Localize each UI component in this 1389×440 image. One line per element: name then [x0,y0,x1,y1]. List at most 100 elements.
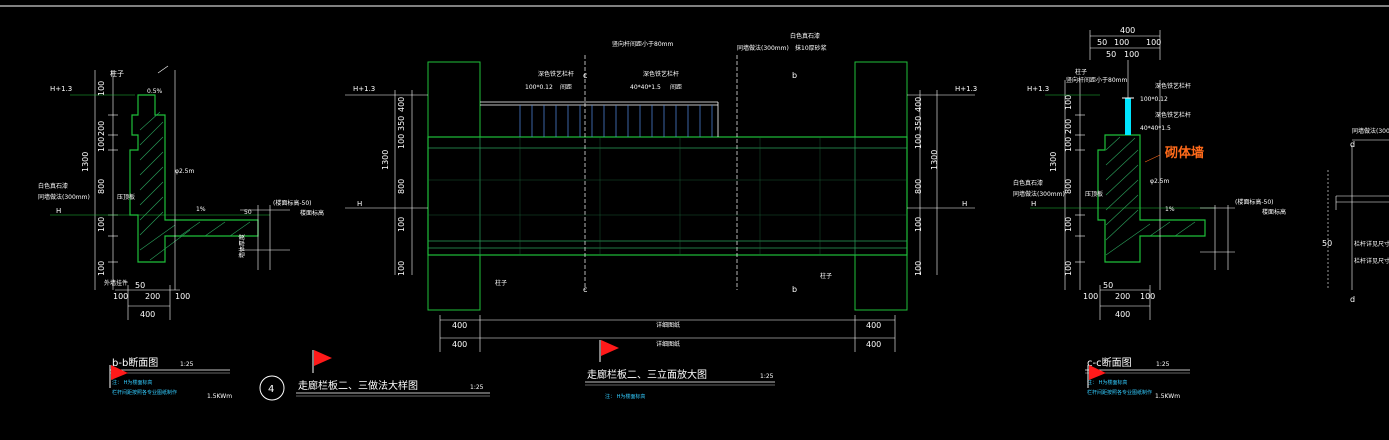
section-c-sheet: 1.5KWm [1155,393,1180,400]
section-c-rail-a-size: 100*0.12 [1140,96,1168,103]
elevation-view: 竖向杆间距小于80mm 白色真石漆 同墙做法(300mm) 抹10厚砂浆 深色铁… [345,32,977,400]
section-b-dim-lines [50,65,290,320]
elevation-columns [427,61,908,311]
elevation-title: 走廊栏板二、三立面放大图 [587,368,707,381]
section-c-finish: 白色真石漆 [1013,179,1043,187]
elevation-texts: 竖向杆间距小于80mm 白色真石漆 同墙做法(300mm) 抹10厚砂浆 深色铁… [353,32,977,349]
section-b-rebar: φ2.5m [175,168,195,175]
section-b-top-label: 柱子 [110,69,124,78]
section-c-dim-v2: 100 [1064,137,1073,152]
elev-rail-b-size: 40*40*1.5 [630,84,661,91]
section-c-top-dim: 400 [1120,26,1135,35]
elev-rail-a-size: 100*0.12 [525,84,553,91]
elev-level-base-left: H [357,200,362,208]
elev-dim-rv6: 100 [914,261,923,276]
section-b-ratio: 1% [196,206,206,213]
section-c-dim-v3: 1300 [1049,152,1058,172]
section-c-rail-b-size: 40*40*1.5 [1140,125,1171,132]
partial-label-5: 栏杆详见尺寸 [1354,257,1389,265]
elevation-note: 注： H为楼面标高 [605,393,645,400]
section-c-dim-h2: 200 [1115,292,1130,301]
section-c-dim-h1: 50 [1103,281,1113,290]
section-c-rail-b: 深色铁艺栏杆 [1155,111,1191,119]
partial-label-2: d [1350,140,1355,149]
section-b-wall-label: 同墙做法(300mm) [38,193,90,201]
section-c-top-dim-4: 100 [1124,50,1139,59]
detail-4-title-block: 4 走廊栏板二、三做法大样图 1:25 [259,350,490,401]
section-b-level-top: H+1.3 [50,85,72,93]
section-c-rail-a: 深色铁艺栏杆 [1155,82,1191,90]
detail-scale: 1:25 [470,384,484,391]
elev-mark-b-bottom: b [792,285,797,294]
section-c-dim-h3: 100 [1140,292,1155,301]
elev-col-label-left: 柱子 [495,279,507,287]
section-c-note: 注： H为楼面标高 [1087,379,1127,386]
elev-dim-v6: 100 [397,261,406,276]
elev-top-label-3: 同墙做法(300mm) [737,44,789,52]
section-c-dim-v0: 100 [1064,95,1073,110]
elev-dim-rv3: 1300 [930,150,939,170]
elev-top-label-1: 竖向杆间距小于80mm [612,40,673,48]
elev-top-label-2: 白色真石漆 [790,32,820,40]
section-c-dim-lines [1030,30,1235,320]
section-c-dim-h0: 100 [1083,292,1098,301]
elev-level-base-right: H [962,200,967,208]
cad-drawing-canvas: 柱子 H+1.3 H 0.5% 白色真石漆 同墙做法(300mm) 压顶板 φ2… [0,5,1389,401]
section-b-dim-h2: 200 [145,292,160,301]
elevation-panel [427,55,908,290]
elev-mark-c-bottom: c [583,285,587,294]
elevation-dims [345,90,975,352]
section-b-dim-v0: 100 [97,81,106,96]
section-b-dim-v6: 100 [97,261,106,276]
section-b-dim-h3: 100 [175,292,190,301]
section-b-finish: 白色真石漆 [38,182,68,190]
section-c-title-block: c-c断面图 1:25 注： H为楼面标高 栏杆间距按照各专业图纸制作 1.5K… [1085,356,1190,400]
elevation-scale: 1:25 [760,373,774,380]
section-c-ratio: 1% [1165,206,1175,213]
elev-mark-c-top: c [583,71,587,80]
section-c-wall-label: 同墙做法(300mm) [1013,190,1065,198]
section-b-dim-v5: 100 [97,217,106,232]
section-b-dim-v1: 200 [97,121,106,136]
section-c-top-dim-2: 100 [1146,38,1161,47]
section-c-texts: 400 50 100 100 50 100 柱子 竖向杆间距小于80mm 深色铁… [1013,26,1286,319]
section-c-floor2: 楼面标高 [1262,208,1286,216]
elev-dim-rv5: 100 [914,217,923,232]
section-c-dim-v6: 100 [1064,261,1073,276]
elev-dim-v2: 100 [397,134,406,149]
section-c-rail-gap: 竖向杆间距小于80mm [1066,76,1127,84]
elev-bottom-dim-0: 400 [452,321,467,330]
section-c-level-base: H [1031,200,1036,208]
section-c-railing [1122,97,1134,135]
section-c-top-dim-0: 50 [1097,38,1107,47]
flag-icon [312,350,332,373]
section-b-side: 外墙挂件 [104,279,128,287]
section-c-dim-v5: 100 [1064,217,1073,232]
section-b-slope: 0.5% [147,88,163,95]
section-b-total: 400 [140,310,155,319]
partial-label-3: 50 [1322,239,1332,248]
section-b-slab: 50 [244,209,252,216]
section-b-dim-v4: 800 [97,179,106,194]
section-c-title: c-c断面图 [1087,356,1132,369]
elev-dim-rv0: 400 [914,97,923,112]
section-c-scale: 1:25 [1156,361,1170,368]
elevation-title-block: 走廊栏板二、三立面放大图 1:25 注： H为楼面标高 [585,340,775,400]
elev-dim-v4: 800 [397,179,406,194]
elev-mark-b-top: b [792,71,797,80]
section-c-red-label: 砌体墙 [1164,145,1204,161]
section-c-note2: 栏杆间距按照各专业图纸制作 [1087,389,1152,396]
section-b-note2: 栏杆间距按照各专业图纸制作 [112,389,177,396]
section-c-top-label: 柱子 [1075,68,1087,76]
section-c-rebar: φ2.5m [1150,178,1170,185]
section-c-level-top: H+1.3 [1027,85,1049,93]
elev-bottom-dim2-2: 400 [866,340,881,349]
elev-dim-v1: 350 [397,116,406,131]
section-b-side2: 墙体厚度 [238,234,246,258]
section-c-floor: (楼面标高-50) [1235,198,1273,206]
elev-level-top-right: H+1.3 [955,85,977,93]
section-b-level-base: H [56,207,61,215]
elev-col-label-right: 柱子 [820,272,832,280]
elev-bottom-dim2-0: 400 [452,340,467,349]
section-b-floor: (楼面标高-50) [273,199,311,207]
